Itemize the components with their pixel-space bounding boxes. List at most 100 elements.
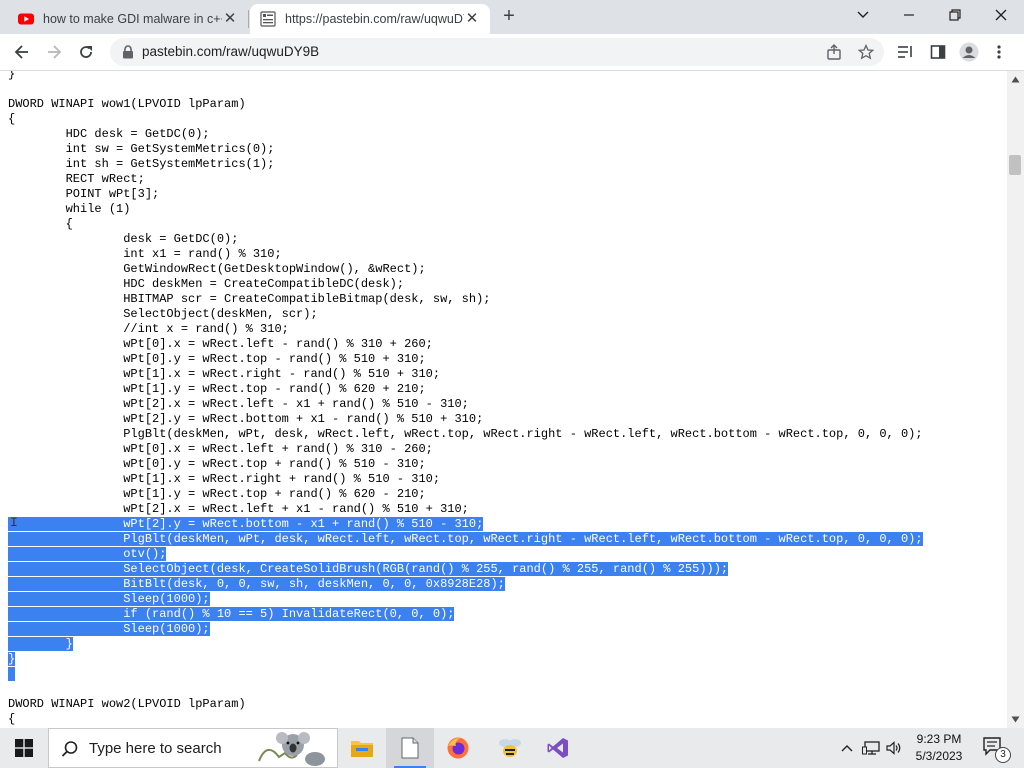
code-line[interactable]: wPt[0].x = wRect.left + rand() % 310 - 2… bbox=[0, 442, 1007, 457]
taskbar-search-box[interactable]: Type here to search bbox=[48, 728, 338, 768]
code-line[interactable]: int sw = GetSystemMetrics(0); bbox=[0, 142, 1007, 157]
code-line-text: DWORD WINAPI wow1(LPVOID lpParam) bbox=[8, 97, 246, 111]
code-line[interactable]: SelectObject(deskMen, scr); bbox=[0, 307, 1007, 322]
code-line[interactable]: HBITMAP scr = CreateCompatibleBitmap(des… bbox=[0, 292, 1007, 307]
code-line[interactable]: wPt[1].y = wRect.top + rand() % 620 - 21… bbox=[0, 487, 1007, 502]
code-line[interactable]: HDC deskMen = CreateCompatibleDC(desk); bbox=[0, 277, 1007, 292]
code-line[interactable]: wPt[1].x = wRect.right + rand() % 510 - … bbox=[0, 472, 1007, 487]
code-line[interactable]: PlgBlt(deskMen, wPt, desk, wRect.left, w… bbox=[0, 532, 1007, 547]
restore-button[interactable] bbox=[932, 0, 978, 30]
tab-close-icon[interactable]: ✕ bbox=[464, 11, 480, 27]
new-tab-button[interactable]: + bbox=[498, 5, 520, 27]
code-line-text: wPt[1].x = wRect.right + rand() % 510 - … bbox=[8, 472, 441, 486]
code-line[interactable]: { bbox=[0, 712, 1007, 727]
tab-pastebin[interactable]: https://pastebin.com/raw/uqwuDY9B ✕ bbox=[250, 4, 490, 34]
code-line-text: SelectObject(deskMen, scr); bbox=[8, 307, 318, 321]
code-line[interactable]: wPt[1].y = wRect.top - rand() % 620 + 21… bbox=[0, 382, 1007, 397]
code-line[interactable]: BitBlt(desk, 0, 0, sw, sh, deskMen, 0, 0… bbox=[0, 577, 1007, 592]
volume-button[interactable] bbox=[884, 728, 904, 768]
menu-kebab-icon[interactable] bbox=[996, 44, 1002, 60]
code-line[interactable]: //int x = rand() % 310; bbox=[0, 322, 1007, 337]
code-line[interactable]: wPt[2].y = wRect.bottom - x1 + rand() % … bbox=[0, 517, 1007, 532]
code-line[interactable]: wPt[2].x = wRect.left + x1 - rand() % 51… bbox=[0, 502, 1007, 517]
taskbar-firefox[interactable] bbox=[434, 728, 482, 768]
file-explorer-icon bbox=[351, 741, 373, 757]
code-line-text: { bbox=[8, 112, 16, 126]
scroll-up-arrow-icon[interactable] bbox=[1011, 75, 1020, 84]
code-line[interactable]: desk = GetDC(0); bbox=[0, 232, 1007, 247]
start-button[interactable] bbox=[0, 728, 48, 768]
code-line[interactable]: wPt[1].x = wRect.right - rand() % 510 + … bbox=[0, 367, 1007, 382]
code-line[interactable]: while (1) bbox=[0, 202, 1007, 217]
tab-close-icon[interactable]: ✕ bbox=[222, 11, 238, 27]
taskbar-visual-studio[interactable] bbox=[534, 728, 582, 768]
code-line-text: PlgBlt(deskMen, wPt, desk, wRect.left, w… bbox=[8, 532, 923, 546]
reload-button[interactable] bbox=[73, 40, 99, 64]
code-line[interactable]: int x1 = rand() % 310; bbox=[0, 247, 1007, 262]
code-line[interactable]: HDC desk = GetDC(0); bbox=[0, 127, 1007, 142]
chevron-up-icon bbox=[841, 745, 853, 752]
taskbar-clock[interactable]: 9:23 PM 5/3/2023 bbox=[904, 731, 974, 765]
code-line-text: PlgBlt(deskMen, wPt, desk, wRect.left, w… bbox=[8, 427, 923, 441]
show-hidden-icons-button[interactable] bbox=[836, 728, 858, 768]
code-line[interactable]: if (rand() % 10 == 5) InvalidateRect(0, … bbox=[0, 607, 1007, 622]
close-window-button[interactable] bbox=[978, 0, 1024, 30]
forward-arrow-icon bbox=[48, 45, 62, 59]
taskbar-notepad[interactable] bbox=[386, 728, 434, 768]
reading-list-icon[interactable] bbox=[897, 44, 914, 60]
code-line[interactable]: SelectObject(desk, CreateSolidBrush(RGB(… bbox=[0, 562, 1007, 577]
code-line-text: HDC desk = GetDC(0); bbox=[8, 127, 210, 141]
code-line-text: int sh = GetSystemMetrics(1); bbox=[8, 157, 275, 171]
side-panel-icon[interactable] bbox=[930, 44, 946, 60]
address-bar[interactable]: pastebin.com/raw/uqwuDY9B bbox=[110, 38, 884, 66]
code-line[interactable]: int sh = GetSystemMetrics(1); bbox=[0, 157, 1007, 172]
code-line[interactable]: DWORD WINAPI wow2(LPVOID lpParam) bbox=[0, 697, 1007, 712]
code-line[interactable]: RECT wRect; bbox=[0, 172, 1007, 187]
tab-search-chevron-icon[interactable] bbox=[840, 0, 886, 30]
code-line[interactable] bbox=[0, 682, 1007, 697]
code-line[interactable]: DWORD WINAPI wow1(LPVOID lpParam) bbox=[0, 97, 1007, 112]
code-line-text: wPt[0].y = wRect.top - rand() % 510 + 31… bbox=[8, 352, 426, 366]
code-line-text: GetWindowRect(GetDesktopWindow(), &wRect… bbox=[8, 262, 426, 276]
code-line[interactable]: } bbox=[0, 637, 1007, 652]
code-line[interactable]: otv(); bbox=[0, 547, 1007, 562]
code-line[interactable]: wPt[0].y = wRect.top + rand() % 510 - 31… bbox=[0, 457, 1007, 472]
code-line[interactable]: { bbox=[0, 217, 1007, 232]
code-line[interactable] bbox=[0, 82, 1007, 97]
code-line[interactable]: PlgBlt(deskMen, wPt, desk, wRect.left, w… bbox=[0, 427, 1007, 442]
code-line[interactable]: { bbox=[0, 112, 1007, 127]
code-line[interactable]: Sleep(1000); bbox=[0, 592, 1007, 607]
clock-date: 5/3/2023 bbox=[915, 749, 963, 763]
tab-youtube[interactable]: how to make GDI malware in c++ ✕ bbox=[8, 4, 248, 34]
scrollbar-thumb[interactable] bbox=[1009, 155, 1021, 175]
code-listing[interactable]: return 0;}DWORD WINAPI wow1(LPVOID lpPar… bbox=[0, 71, 1007, 727]
code-line[interactable]: wPt[2].y = wRect.bottom + x1 - rand() % … bbox=[0, 412, 1007, 427]
minimize-button[interactable] bbox=[886, 0, 932, 30]
vertical-scrollbar[interactable] bbox=[1007, 71, 1024, 728]
code-line[interactable] bbox=[0, 667, 1007, 682]
scroll-down-arrow-icon[interactable] bbox=[1011, 715, 1020, 724]
code-line-text: RECT wRect; bbox=[8, 172, 145, 186]
windows-taskbar: Type here to search 9:23 PM 5/3/2023 3 bbox=[0, 728, 1024, 768]
bookmark-star-icon[interactable] bbox=[858, 44, 874, 60]
pastebin-icon bbox=[260, 11, 276, 27]
code-line[interactable]: } bbox=[0, 71, 1007, 82]
network-status-button[interactable] bbox=[860, 728, 882, 768]
forward-button[interactable] bbox=[41, 40, 67, 64]
code-line-text: POINT wPt[3]; bbox=[8, 187, 160, 201]
taskbar-bee-app[interactable] bbox=[486, 728, 534, 768]
code-line[interactable]: POINT wPt[3]; bbox=[0, 187, 1007, 202]
code-line[interactable]: GetWindowRect(GetDesktopWindow(), &wRect… bbox=[0, 262, 1007, 277]
code-line[interactable]: } bbox=[0, 652, 1007, 667]
profile-avatar-icon[interactable] bbox=[959, 42, 979, 62]
back-button[interactable] bbox=[9, 40, 35, 64]
code-line-text: } bbox=[8, 637, 73, 651]
code-line[interactable]: wPt[0].y = wRect.top - rand() % 510 + 31… bbox=[0, 352, 1007, 367]
code-line[interactable]: wPt[2].x = wRect.left - x1 + rand() % 51… bbox=[0, 397, 1007, 412]
share-icon[interactable] bbox=[826, 44, 842, 60]
taskbar-file-explorer[interactable] bbox=[338, 728, 386, 768]
code-line-text: { bbox=[8, 217, 73, 231]
koala-search-highlight-icon bbox=[258, 732, 325, 766]
code-line[interactable]: wPt[0].x = wRect.left - rand() % 310 + 2… bbox=[0, 337, 1007, 352]
code-line[interactable]: Sleep(1000); bbox=[0, 622, 1007, 637]
